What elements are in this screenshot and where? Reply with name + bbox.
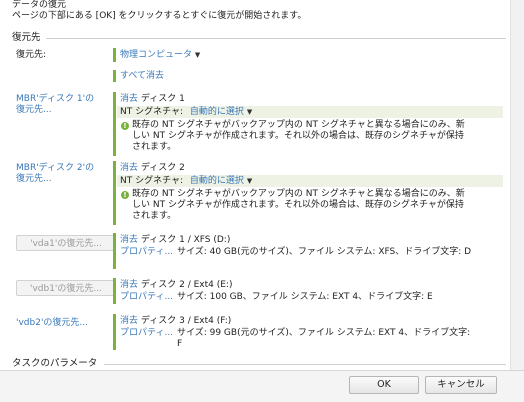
restore-to-label: 復元先: <box>16 50 47 60</box>
vdb2-disk-name: ディスク 3 / Ext4 (F:) <box>140 316 232 326</box>
vdb1-disk-name: ディスク 2 / Ext4 (E:) <box>140 280 233 290</box>
mbr-disk2-name: ディスク 2 <box>140 163 185 173</box>
mbr-disk1-note: 既存の NT シグネチャがバックアップ内の NT シグネチャと異なる場合にのみ、… <box>132 120 465 152</box>
info-icon: ! <box>121 191 129 199</box>
mbr-disk2-note: 既存の NT シグネチャがバックアップ内の NT シグネチャと異なる場合にのみ、… <box>132 189 465 221</box>
nt-signature-label: NT シグネチャ: <box>120 176 184 186</box>
cancel-button[interactable]: キャンセル <box>425 376 497 394</box>
restore-to-dropdown[interactable]: 物理コンピュータ ▼ <box>120 50 200 61</box>
vdb1-description: サイズ: 100 GB、ファイル システム: EXT 4、ドライブ文字: E <box>177 292 433 302</box>
nt-signature-select[interactable]: 自動的に選択 <box>190 176 244 186</box>
vertical-scrollbar[interactable] <box>510 0 524 370</box>
vda1-clear-link[interactable]: 消去 <box>120 235 138 245</box>
mbr-disk2-header: 消去 ディスク 2 <box>120 163 185 174</box>
restore-to-value: 物理コンピュータ <box>120 50 193 60</box>
section-divider <box>46 38 506 39</box>
group-bar <box>113 278 116 304</box>
mbr-disk2-nt-row: NT シグネチャ: 自動的に選択 ▼ <box>120 176 252 187</box>
mbr-disk1-name: ディスク 1 <box>140 94 185 104</box>
vdb2-description: サイズ: 99 GB(元のサイズ)、ファイル システム: EXT 4、ドライブ文… <box>177 328 471 349</box>
vdb1-clear-link[interactable]: 消去 <box>120 280 138 290</box>
vdb1-header: 消去 ディスク 2 / Ext4 (E:) <box>120 280 232 291</box>
mbr-disk1-nt-row: NT シグネチャ: 自動的に選択 ▼ <box>120 107 252 118</box>
vdb1-restore-button[interactable]: 'vdb1'の復元先... <box>16 280 116 296</box>
nt-signature-label: NT シグネチャ: <box>120 107 184 117</box>
page-title: データの復元 <box>12 0 67 10</box>
vdb2-properties-link[interactable]: プロパティ... <box>120 328 173 339</box>
clear-all-link[interactable]: すべて消去 <box>120 71 164 82</box>
mbr-disk1-header: 消去 ディスク 1 <box>120 94 185 105</box>
mbr-disk1-restore-link[interactable]: MBR'ディスク 1'の 復元先... <box>16 94 94 116</box>
chevron-down-icon: ▼ <box>246 108 253 116</box>
page-subtitle: ページの下部にある [OK] をクリックするとすぐに復元が開始されます。 <box>12 11 307 21</box>
group-bar <box>113 233 116 269</box>
vda1-description: サイズ: 40 GB(元のサイズ)、ファイル システム: XFS、ドライブ文字:… <box>177 247 472 257</box>
group-bar <box>113 161 116 225</box>
vdb2-header: 消去 ディスク 3 / Ext4 (F:) <box>120 316 231 327</box>
vda1-disk-name: ディスク 1 / XFS (D:) <box>140 235 231 245</box>
group-bar <box>113 314 116 350</box>
info-icon: ! <box>121 122 129 130</box>
ok-button[interactable]: OK <box>349 376 419 394</box>
vda1-properties-link[interactable]: プロパティ... <box>120 247 173 258</box>
nt-signature-select[interactable]: 自動的に選択 <box>190 107 244 117</box>
vda1-header: 消去 ディスク 1 / XFS (D:) <box>120 235 230 246</box>
vdb2-restore-link[interactable]: 'vdb2'の復元先... <box>16 318 88 329</box>
vdb2-clear-link[interactable]: 消去 <box>120 316 138 326</box>
chevron-down-icon: ▼ <box>194 51 201 59</box>
mbr-disk2-restore-link[interactable]: MBR'ディスク 2'の 復元先... <box>16 163 94 185</box>
vdb1-properties-link[interactable]: プロパティ... <box>120 292 173 303</box>
section-restore-to: 復元先 <box>12 32 41 43</box>
vda1-restore-button[interactable]: 'vda1'の復元先... <box>16 235 116 251</box>
mbr-disk1-clear-link[interactable]: 消去 <box>120 94 138 104</box>
chevron-down-icon: ▼ <box>246 177 253 185</box>
section-task-parameters: タスクのパラメータ <box>12 358 98 369</box>
group-bar <box>113 48 116 62</box>
mbr-disk2-clear-link[interactable]: 消去 <box>120 163 138 173</box>
section-divider <box>104 364 506 365</box>
group-bar <box>113 92 116 156</box>
group-bar <box>113 70 116 82</box>
